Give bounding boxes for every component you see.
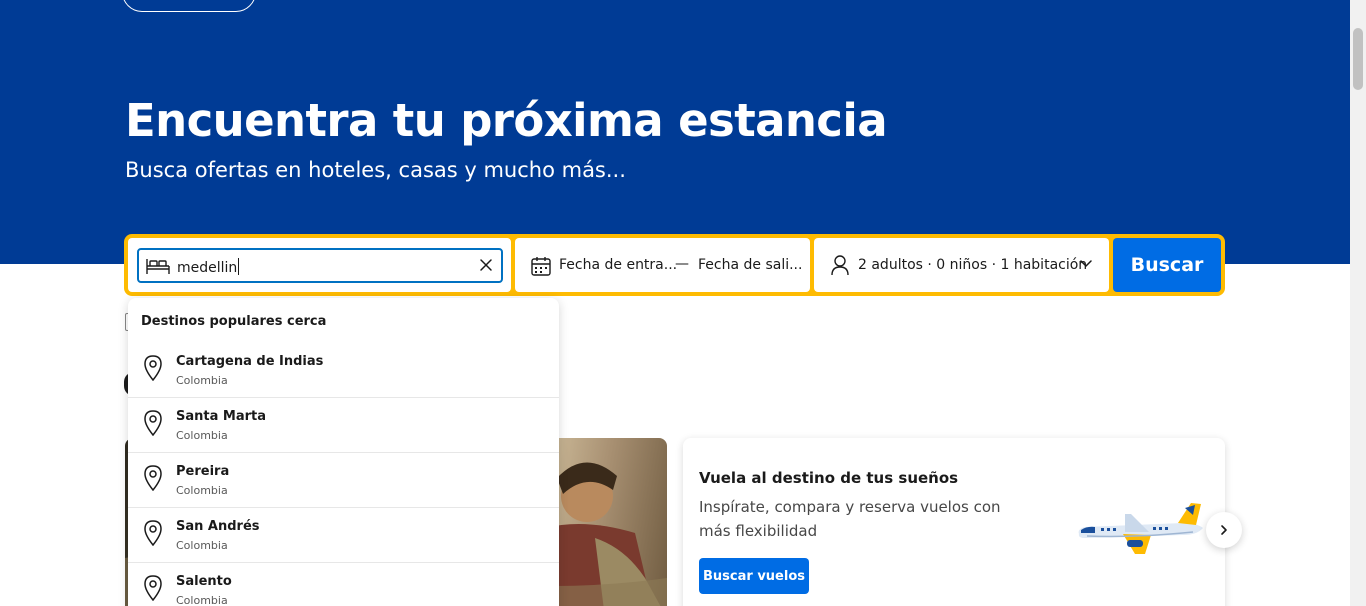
search-button[interactable]: Buscar xyxy=(1113,238,1221,292)
suggestion-name: San Andrés xyxy=(176,519,260,534)
airplane-illustration-icon xyxy=(1078,503,1203,554)
suggestion-name: Pereira xyxy=(176,464,230,479)
person-icon xyxy=(831,255,849,276)
suggestion-country: Colombia xyxy=(176,539,228,552)
suggestion-item[interactable]: Cartagena de Indias Colombia xyxy=(128,343,559,398)
dates-segment[interactable]: Fecha de entra... — Fecha de sali... xyxy=(515,238,810,292)
chevron-right-icon xyxy=(1221,525,1227,535)
destination-value: medellin xyxy=(177,258,240,276)
hero-title: Encuentra tu próxima estancia xyxy=(125,94,888,147)
hero-subtitle: Busca ofertas en hoteles, casas y mucho … xyxy=(125,158,626,182)
bed-icon xyxy=(146,259,170,274)
map-pin-icon xyxy=(144,520,162,546)
suggestion-name: Santa Marta xyxy=(176,409,267,424)
dropdown-title: Destinos populares cerca xyxy=(141,314,327,329)
promo-title: Vuela al destino de tus sueños xyxy=(699,469,959,487)
checkout-date-field[interactable]: Fecha de sali... xyxy=(698,257,802,273)
destination-segment[interactable]: medellin xyxy=(128,238,511,292)
suggestion-item[interactable]: Pereira Colombia xyxy=(128,453,559,508)
date-separator: — xyxy=(675,256,689,272)
search-flights-button[interactable]: Buscar vuelos xyxy=(699,558,809,594)
suggestion-country: Colombia xyxy=(176,429,228,442)
map-pin-icon xyxy=(144,410,162,436)
suggestion-name: Salento xyxy=(176,574,232,589)
clear-icon[interactable] xyxy=(479,258,493,272)
map-pin-icon xyxy=(144,575,162,601)
page-scrollbar[interactable] xyxy=(1350,0,1366,606)
promo-description: Inspírate, compara y reserva vuelos con … xyxy=(699,498,1001,540)
hero-banner: Encuentra tu próxima estancia Busca ofer… xyxy=(0,0,1350,264)
guests-segment[interactable]: 2 adultos · 0 niños · 1 habitación xyxy=(814,238,1109,292)
suggestion-item[interactable]: San Andrés Colombia xyxy=(128,508,559,563)
guests-summary: 2 adultos · 0 niños · 1 habitación xyxy=(858,257,1088,273)
destination-input[interactable]: medellin xyxy=(137,248,503,283)
search-bar: medellin Fecha de entra... — Fecha de sa… xyxy=(124,234,1225,296)
destination-suggestions-dropdown: Destinos populares cerca Cartagena de In… xyxy=(128,298,559,606)
text-caret xyxy=(238,258,240,275)
map-pin-icon xyxy=(144,465,162,491)
suggestion-country: Colombia xyxy=(176,594,228,606)
destination-text: medellin xyxy=(177,260,238,276)
calendar-icon xyxy=(531,257,551,276)
suggestion-item[interactable]: Salento Colombia xyxy=(128,563,559,606)
chevron-down-icon xyxy=(1080,260,1092,267)
suggestion-name: Cartagena de Indias xyxy=(176,354,324,369)
suggestion-country: Colombia xyxy=(176,484,228,497)
booking-homepage: Encuentra tu próxima estancia Busca ofer… xyxy=(0,0,1366,606)
carousel-next-button[interactable] xyxy=(1206,512,1242,548)
flights-promo-card: Vuela al destino de tus sueños Inspírate… xyxy=(683,438,1225,606)
suggestion-country: Colombia xyxy=(176,374,228,387)
checkin-date-field[interactable]: Fecha de entra... xyxy=(559,257,677,273)
scrollbar-thumb[interactable] xyxy=(1353,28,1363,90)
suggestion-item[interactable]: Santa Marta Colombia xyxy=(128,398,559,453)
hero-pill-button[interactable] xyxy=(122,0,256,12)
map-pin-icon xyxy=(144,355,162,381)
